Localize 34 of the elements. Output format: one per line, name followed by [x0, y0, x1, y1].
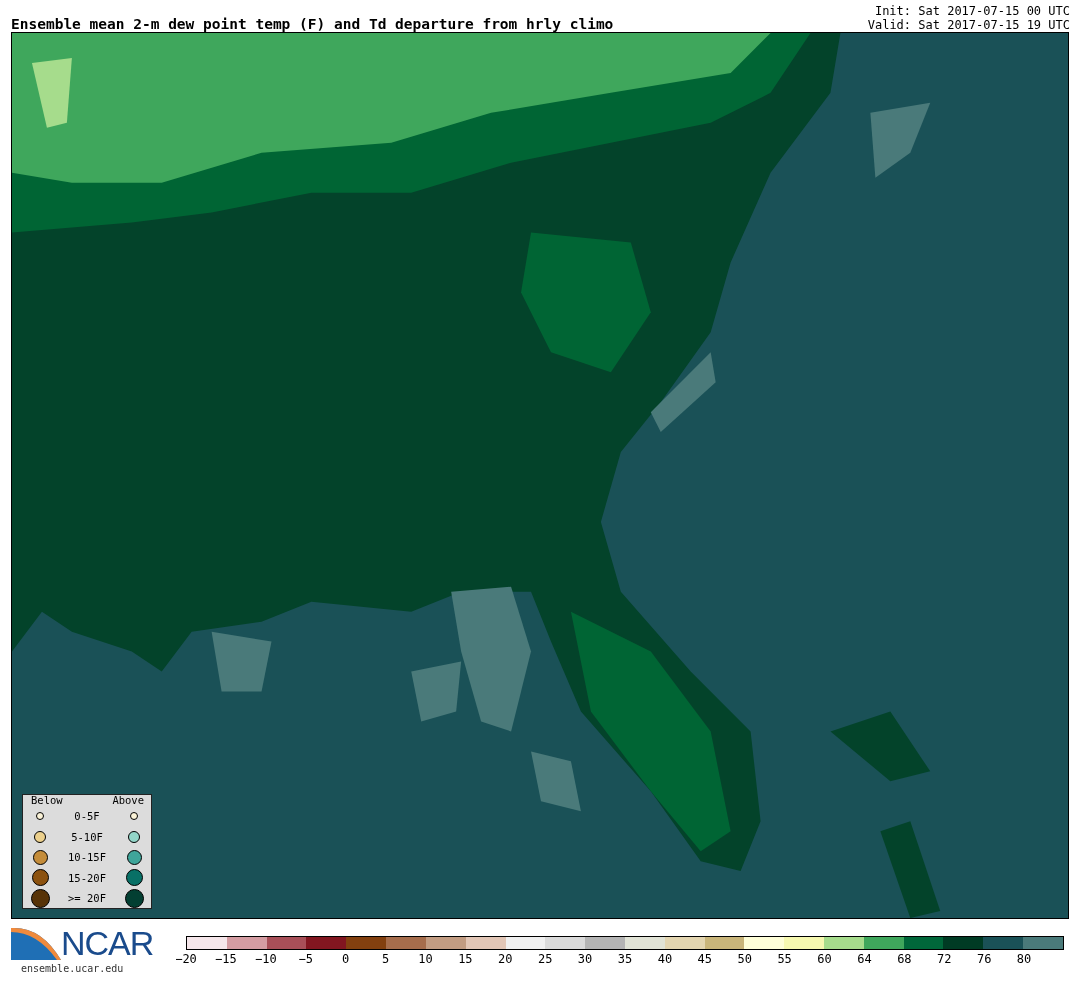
tick-label: 15: [458, 953, 473, 966]
tick-label: 0: [342, 953, 350, 966]
logo-text: NCAR: [61, 925, 154, 961]
legend-heading: Below: [31, 795, 63, 806]
tick-label: −15: [215, 953, 237, 966]
tick-label: −5: [298, 953, 313, 966]
valid-time: Valid: Sat 2017-07-15 19 UTC: [867, 18, 1070, 32]
tick-label: 68: [897, 953, 912, 966]
legend-label: 5-10F: [70, 830, 104, 843]
tick-label: 25: [537, 953, 553, 966]
init-time: Init: Sat 2017-07-15 00 UTC: [874, 4, 1070, 18]
map-title: Ensemble mean 2-m dew point temp (F) and Td departure from hrly climo: [11, 16, 614, 32]
legend-label: 10-15F: [67, 851, 107, 864]
tick-label: 55: [777, 953, 792, 966]
site-url: ensemble.ucar.edu: [20, 963, 125, 974]
tick-label: 10: [418, 953, 433, 966]
tick-label: 72: [937, 953, 952, 966]
tick-label: 76: [976, 953, 992, 966]
tick-label: 20: [498, 953, 513, 966]
legend-label: 15-20F: [67, 871, 107, 884]
tick-label: 40: [657, 953, 673, 966]
legend-label: 0-5F: [73, 810, 101, 823]
tick-label: 30: [577, 953, 593, 966]
tick-label: 35: [617, 953, 633, 966]
legend-label: >= 20F: [67, 892, 107, 905]
tick-label: 64: [857, 953, 872, 966]
tick-label: 5: [381, 953, 390, 966]
legend-heading: Above: [112, 795, 144, 806]
tick-label: 60: [817, 953, 832, 966]
tick-label: −20: [175, 953, 197, 966]
tick-label: 45: [697, 953, 713, 966]
tick-label: 80: [1016, 953, 1032, 966]
tick-label: 50: [737, 953, 752, 966]
tick-label: −10: [254, 953, 277, 966]
